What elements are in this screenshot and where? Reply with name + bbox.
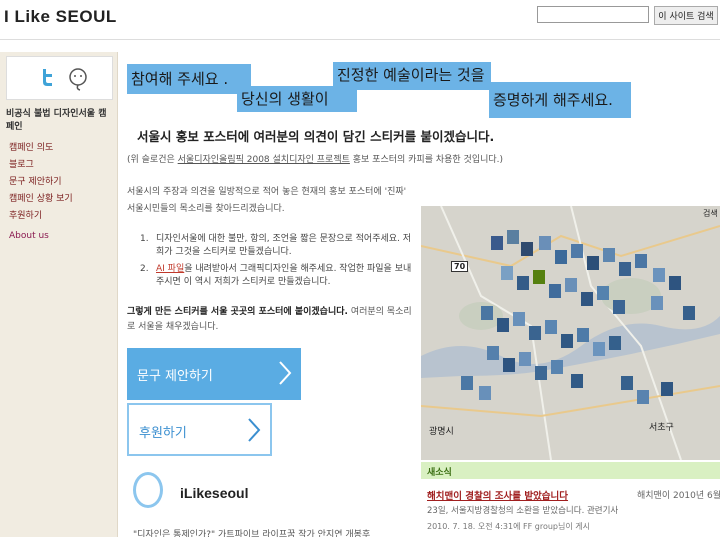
sidebar-item-about[interactable]: About us bbox=[9, 228, 114, 245]
me2day-icon[interactable] bbox=[67, 67, 89, 91]
news-section: 새소식 해치맨이 경찰의 조사를 받았습니다 해치맨이 2010년 6월 23일… bbox=[421, 462, 720, 537]
support-label: 후원하기 bbox=[139, 426, 187, 441]
news-body: 23일, 서울지방경찰청의 소환을 받았습니다. 관련기사 bbox=[427, 506, 619, 516]
site-logo[interactable]: I Like SEOUL bbox=[4, 7, 117, 27]
search-input[interactable] bbox=[537, 6, 649, 23]
step-number: 2. bbox=[140, 264, 149, 274]
news-title-link[interactable]: 해치맨이 경찰의 조사를 받았습니다 bbox=[427, 488, 568, 502]
sidebar-item-blog[interactable]: 블로그 bbox=[9, 157, 114, 174]
intro-note-link[interactable]: 서울디자인올림픽 2008 설치디자인 프로젝트 bbox=[178, 155, 350, 165]
sticker-map[interactable]: 검색 70 광명시 서초구 bbox=[421, 206, 720, 460]
top-bar: I Like SEOUL 이 사이트 검색 bbox=[0, 0, 720, 40]
ai-file-link[interactable]: AI 파일 bbox=[156, 264, 184, 274]
sidebar-item-support[interactable]: 후원하기 bbox=[9, 208, 114, 225]
hero-line-1: 참여해 주세요 . bbox=[127, 64, 251, 94]
step-item: 1. 디자인서울에 대한 불만, 항의, 조언을 짧은 문장으로 적어주세요. 저… bbox=[140, 233, 415, 259]
step-item: 2. AI 파일을 내려받아서 그래픽디자인을 해주세요. 작업한 파일을 보내주… bbox=[140, 263, 415, 289]
map-image bbox=[421, 206, 720, 460]
chevron-right-icon bbox=[248, 418, 261, 442]
sidebar-item-status[interactable]: 캠페인 상황 보기 bbox=[9, 191, 114, 208]
profile-text: "디자인은 통제인가?" 가트파이브 라이프꿈 작가 안지연 개봉후 bbox=[133, 530, 371, 537]
sidebar: 비공식 불법 디자인서울 캠페인 캠페인 의도 블로그 문구 제안하기 캠페인 … bbox=[0, 52, 118, 537]
sidebar-heading: 비공식 불법 디자인서울 캠페인 bbox=[6, 109, 107, 132]
map-label-gwangmyeong: 광명시 bbox=[429, 427, 454, 437]
step-number: 1. bbox=[140, 234, 149, 244]
search-button[interactable]: 이 사이트 검색 bbox=[654, 6, 718, 25]
suggest-phrase-button[interactable]: 문구 제안하기 bbox=[127, 348, 301, 400]
intro-note: (위 슬로건은 서울디자인올림픽 2008 설치디자인 프로젝트 홍보 포스터의… bbox=[127, 152, 503, 165]
steps-list: 1. 디자인서울에 대한 불만, 항의, 조언을 짧은 문장으로 적어주세요. 저… bbox=[140, 233, 415, 293]
profile-name[interactable]: iLikeseoul bbox=[180, 485, 248, 501]
closing-strong: 그렇게 만든 스티커를 서울 곳곳의 포스터에 붙이겠습니다. bbox=[127, 307, 348, 317]
profile-avatar[interactable] bbox=[133, 472, 163, 508]
sidebar-item-suggest[interactable]: 문구 제안하기 bbox=[9, 174, 114, 191]
map-road-number: 70 bbox=[451, 261, 469, 272]
sidebar-item-intent[interactable]: 캠페인 의도 bbox=[9, 140, 114, 157]
map-label-seocho: 서초구 bbox=[649, 423, 674, 433]
step-text: 디자인서울에 대한 불만, 항의, 조언을 짧은 문장으로 적어주세요. 저희가… bbox=[156, 234, 412, 257]
news-inline-date: 해치맨이 2010년 6월 bbox=[637, 491, 720, 501]
social-box bbox=[6, 56, 113, 100]
support-button[interactable]: 후원하기 bbox=[127, 403, 272, 456]
chevron-right-icon bbox=[279, 361, 292, 385]
intro-note-prefix: (위 슬로건은 bbox=[127, 155, 178, 165]
intro-note-suffix: 홍보 포스터의 카피를 차용한 것입니다.) bbox=[349, 155, 504, 165]
news-meta: 2010. 7. 18. 오전 4:31에 FF group님이 게시 bbox=[427, 522, 590, 531]
news-heading: 새소식 bbox=[421, 462, 720, 479]
closing-text: 그렇게 만든 스티커를 서울 곳곳의 포스터에 붙이겠습니다. 여러분의 목소리… bbox=[127, 305, 415, 335]
step-text: 을 내려받아서 그래픽디자인을 해주세요. 작업한 파일을 보내주시면 이 역시… bbox=[156, 264, 412, 287]
twitter-icon[interactable] bbox=[37, 67, 57, 87]
hero-line-4: 증명하게 해주세요. bbox=[489, 82, 631, 118]
suggest-phrase-label: 문구 제안하기 bbox=[137, 369, 213, 384]
sidebar-nav: 캠페인 의도 블로그 문구 제안하기 캠페인 상황 보기 후원하기 About … bbox=[9, 140, 114, 245]
hero-banner: 참여해 주세요 . 진정한 예술이라는 것을 당신의 생활이 증명하게 해주세요… bbox=[127, 58, 631, 118]
intro-title: 서울시 홍보 포스터에 여러분의 의견이 담긴 스티커를 붙이겠습니다. bbox=[137, 129, 495, 144]
description: 서울시의 주장과 의견을 일방적으로 적어 놓은 현재의 홍보 포스터에 '진짜… bbox=[127, 187, 407, 214]
map-search-label[interactable]: 검색 bbox=[703, 208, 718, 219]
hero-line-2: 당신의 생활이 bbox=[237, 86, 357, 112]
